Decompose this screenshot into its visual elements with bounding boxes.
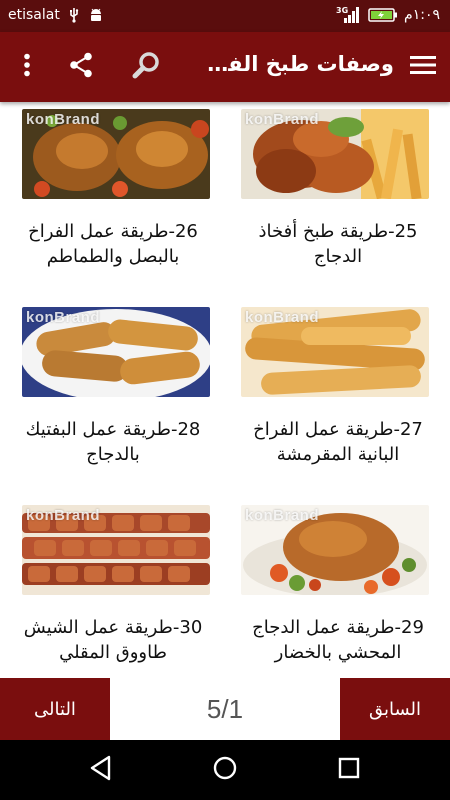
recipe-caption: 28-طريقة عمل البفتيك بالدجاج bbox=[25, 419, 201, 465]
more-options-button[interactable] bbox=[14, 32, 40, 102]
recipe-card-30[interactable]: konBrand 30-طريقة عمل الشيش طاووق المقلي bbox=[0, 498, 225, 680]
recipe-thumbnail: konBrand bbox=[241, 505, 429, 595]
search-button[interactable] bbox=[128, 32, 164, 102]
watermark-label: konBrand bbox=[245, 309, 320, 326]
recipe-caption: 26-طريقة عمل الفراخ بالبصل والطماطم bbox=[28, 221, 198, 267]
clock: ١:٠٩م bbox=[404, 7, 440, 23]
share-icon bbox=[69, 52, 93, 82]
android-icon bbox=[88, 7, 104, 23]
usb-icon bbox=[68, 7, 80, 23]
app-bar: وصفات طبخ الفراخ والدجاج bbox=[0, 32, 450, 102]
recipes-grid: konBrand 25-طريقة طبخ أفخاذ الدجاج konBr… bbox=[0, 102, 450, 680]
signal-icon: 3G bbox=[336, 6, 362, 24]
carrier-label: etisalat bbox=[8, 7, 60, 23]
more-vert-icon bbox=[23, 53, 31, 81]
menu-button[interactable] bbox=[408, 32, 438, 102]
share-button[interactable] bbox=[64, 32, 98, 102]
back-button[interactable] bbox=[71, 740, 131, 800]
watermark-label: konBrand bbox=[26, 111, 101, 128]
recipe-caption: 25-طريقة طبخ أفخاذ الدجاج bbox=[258, 221, 418, 267]
system-nav-bar bbox=[0, 740, 450, 800]
battery-charging-icon bbox=[368, 7, 398, 23]
menu-icon bbox=[410, 55, 436, 79]
back-icon bbox=[89, 755, 113, 785]
recipe-thumbnail: konBrand bbox=[22, 109, 210, 199]
app-title: وصفات طبخ الفراخ والدجاج bbox=[204, 52, 394, 76]
watermark-label: konBrand bbox=[245, 507, 320, 524]
watermark-label: konBrand bbox=[26, 309, 101, 326]
next-button[interactable]: التالى bbox=[0, 678, 110, 740]
home-icon bbox=[212, 755, 238, 785]
recents-button[interactable] bbox=[319, 740, 379, 800]
home-button[interactable] bbox=[195, 740, 255, 800]
status-bar-left: etisalat bbox=[8, 7, 104, 23]
recipe-caption: 29-طريقة عمل الدجاج المحشي بالخضار bbox=[252, 617, 424, 663]
recents-icon bbox=[338, 757, 360, 783]
pager-bar: التالى 5/1 السابق bbox=[0, 678, 450, 740]
recipe-thumbnail: konBrand bbox=[241, 109, 429, 199]
watermark-label: konBrand bbox=[245, 111, 320, 128]
recipe-caption: 30-طريقة عمل الشيش طاووق المقلي bbox=[23, 617, 203, 663]
watermark-label: konBrand bbox=[26, 507, 101, 524]
svg-text:3G: 3G bbox=[336, 6, 348, 15]
recipe-caption: 27-طريقة عمل الفراخ البانية المقرمشة bbox=[253, 419, 423, 465]
recipe-card-25[interactable]: konBrand 25-طريقة طبخ أفخاذ الدجاج bbox=[225, 102, 450, 300]
recipe-card-26[interactable]: konBrand 26-طريقة عمل الفراخ بالبصل والط… bbox=[0, 102, 225, 300]
previous-button[interactable]: السابق bbox=[340, 678, 450, 740]
recipe-thumbnail: konBrand bbox=[241, 307, 429, 397]
page-counter: 5/1 bbox=[206, 693, 244, 724]
recipe-card-29[interactable]: konBrand 29-طريقة عمل الدجاج المحشي بالخ… bbox=[225, 498, 450, 680]
status-bar: etisalat 3G ١:٠٩م bbox=[0, 0, 450, 32]
recipe-thumbnail: konBrand bbox=[22, 505, 210, 595]
recipe-card-28[interactable]: konBrand 28-طريقة عمل البفتيك بالدجاج bbox=[0, 300, 225, 498]
recipe-thumbnail: konBrand bbox=[22, 307, 210, 397]
status-bar-right: 3G ١:٠٩م bbox=[336, 6, 440, 24]
search-icon bbox=[131, 50, 161, 84]
recipe-card-27[interactable]: konBrand 27-طريقة عمل الفراخ البانية الم… bbox=[225, 300, 450, 498]
